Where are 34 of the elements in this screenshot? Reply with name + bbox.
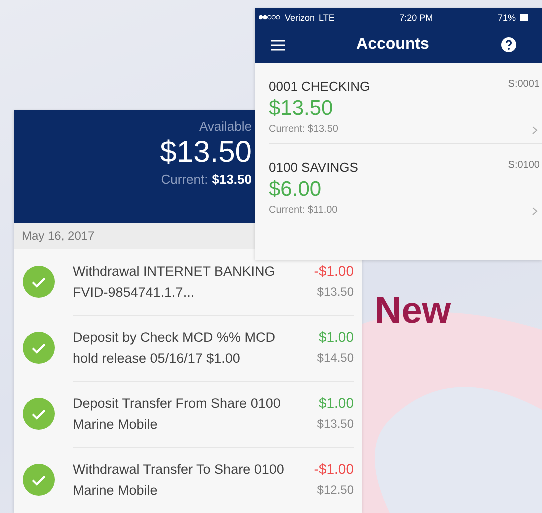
account-name[interactable]: 0001 CHECKING <box>269 79 370 94</box>
running-balance: $13.50 <box>317 284 354 301</box>
transaction-description[interactable]: Deposit Transfer From Share 0100 Marine Mobile <box>73 392 301 435</box>
help-icon[interactable] <box>501 37 517 53</box>
transaction-amount: -$1.00 <box>314 460 354 479</box>
current-balance: $13.50 <box>212 172 252 187</box>
account-code: S:0100 <box>508 160 540 171</box>
transaction-amount: -$1.00 <box>314 262 354 281</box>
transaction-description[interactable]: Withdrawal INTERNET BANKING FVID-9854741.1.7... <box>73 260 301 303</box>
account-name[interactable]: 0100 SAVINGS <box>269 160 358 175</box>
current-balance: Current: $11.00 <box>269 205 339 216</box>
current-balance: Current: $13.50 <box>269 124 340 135</box>
running-balance: $14.50 <box>317 350 354 367</box>
available-balance: $13.50 <box>160 136 252 170</box>
transaction-amount: $1.00 <box>318 328 354 347</box>
account-balance: $13.50 <box>269 97 334 121</box>
transaction-amount: $1.00 <box>318 394 354 413</box>
menu-icon[interactable] <box>271 40 285 50</box>
network-type: LTE <box>319 12 335 22</box>
account-balance: $6.00 <box>269 178 323 202</box>
available-label: Available <box>199 119 252 134</box>
carrier-name: Verizon <box>285 12 316 22</box>
transaction-description[interactable]: Deposit by Check MCD %% MCD hold release 05/16/17 $1.00 <box>73 326 301 369</box>
battery-icon <box>520 14 528 21</box>
running-balance: $12.50 <box>317 482 354 499</box>
current-label: Current: <box>161 172 208 187</box>
account-code: S:0001 <box>508 79 540 90</box>
signal-icon <box>259 15 281 20</box>
battery-percent: 71% <box>498 12 516 22</box>
running-balance: $13.50 <box>317 416 354 433</box>
transaction-description[interactable]: Withdrawal Transfer To Share 0100 Marine Mobile <box>73 458 301 501</box>
headline: New <box>375 290 452 332</box>
clock-time: 7:20 PM <box>400 12 434 22</box>
screen-title: Accounts <box>356 36 430 54</box>
